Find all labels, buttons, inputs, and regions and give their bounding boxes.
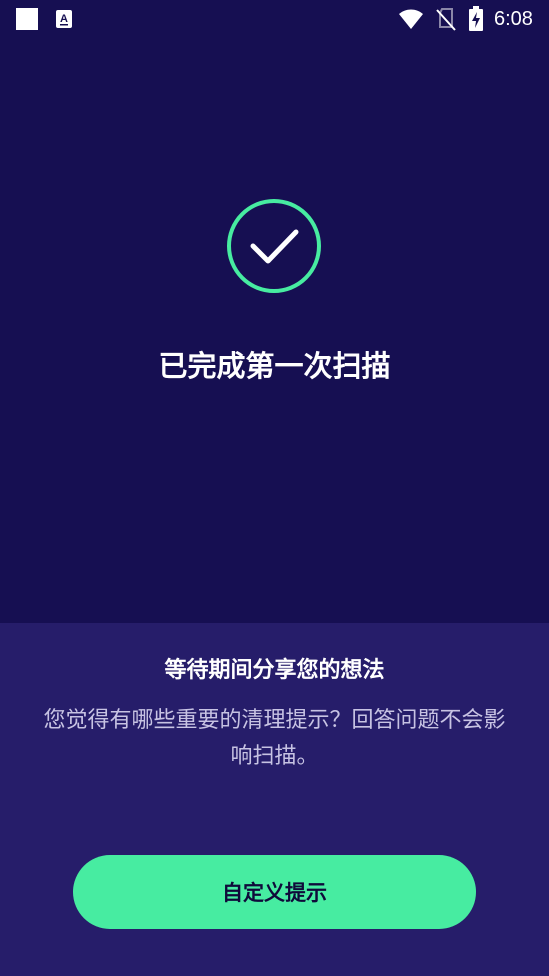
feedback-title: 等待期间分享您的想法: [164, 658, 385, 683]
status-bar: A 6:08: [0, 0, 549, 40]
scan-complete-panel: 已完成第一次扫描: [0, 40, 549, 623]
custom-tips-button[interactable]: 自定义提示: [73, 855, 476, 929]
battery-charging-icon: [469, 6, 483, 31]
svg-text:A: A: [60, 13, 68, 25]
no-sim-icon: [436, 8, 456, 31]
scan-complete-title: 已完成第一次扫描: [158, 349, 391, 383]
feedback-panel: 等待期间分享您的想法 您觉得有哪些重要的清理提示？回答问题不会影响扫描。 自定义…: [0, 623, 549, 976]
font-a-app-icon: A: [56, 10, 72, 28]
feedback-description: 您觉得有哪些重要的清理提示？回答问题不会影响扫描。: [43, 708, 506, 769]
notification-square-icon: [16, 8, 38, 30]
check-circle-icon: [227, 199, 321, 293]
wifi-icon: [399, 9, 423, 29]
status-time: 6:08: [494, 8, 533, 30]
